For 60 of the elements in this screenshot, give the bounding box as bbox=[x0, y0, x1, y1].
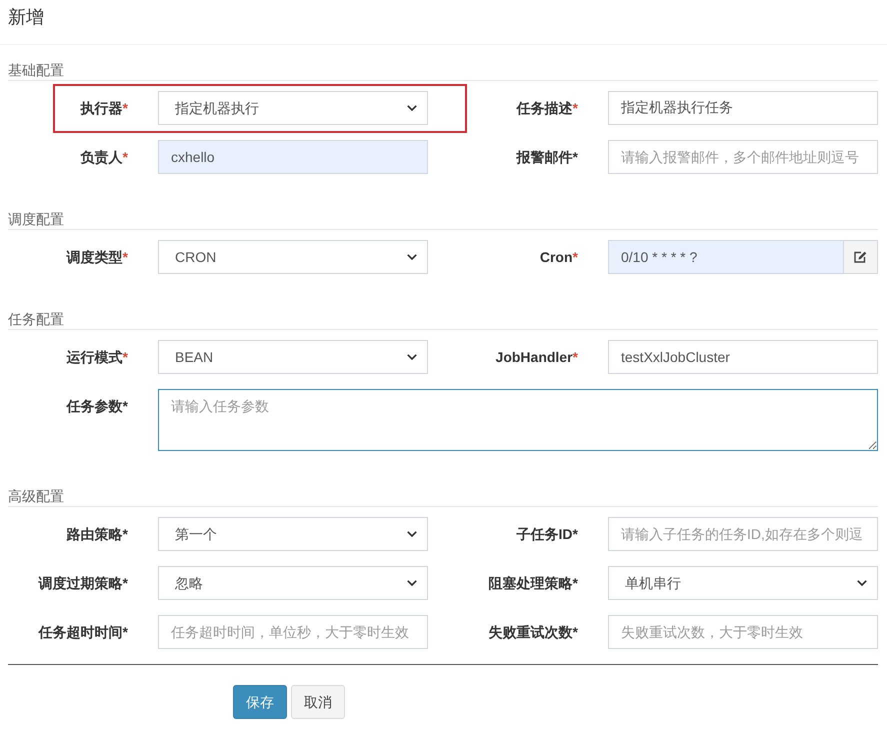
cancel-button[interactable]: 取消 bbox=[291, 685, 345, 719]
required-asterisk: * bbox=[572, 348, 578, 366]
required-asterisk: * bbox=[122, 248, 128, 266]
field-label: 子任务ID bbox=[516, 524, 573, 544]
select-field[interactable]: 忽略 bbox=[158, 566, 428, 600]
select-field[interactable]: 第一个 bbox=[158, 517, 428, 551]
text-field[interactable]: 请输入子任务的任务ID,如存在多个则逗 bbox=[608, 517, 878, 551]
field-label: 任务描述 bbox=[516, 98, 573, 118]
field-label: 调度过期策略 bbox=[38, 574, 123, 592]
field-label: 报警邮件 bbox=[516, 148, 573, 166]
text-field[interactable]: 任务超时时间，单位秒，大于零时生效 bbox=[158, 615, 428, 649]
required-asterisk: * bbox=[122, 98, 128, 118]
field-label: 阻塞处理策略 bbox=[488, 574, 573, 592]
required-asterisk: * bbox=[122, 524, 128, 544]
field-label: 运行模式 bbox=[66, 348, 123, 366]
required-asterisk: * bbox=[572, 622, 578, 642]
required-asterisk: * bbox=[572, 98, 578, 118]
select-field[interactable]: 指定机器执行 bbox=[158, 91, 428, 125]
chevron-down-icon bbox=[407, 531, 417, 537]
select-field[interactable]: 单机串行 bbox=[608, 566, 878, 600]
section-heading: 高级配置 bbox=[8, 486, 878, 507]
dialog-title: 新增 bbox=[8, 6, 45, 29]
field-label: 执行器 bbox=[80, 98, 123, 118]
required-asterisk: * bbox=[122, 622, 128, 642]
select-field[interactable]: CRON bbox=[158, 240, 428, 274]
field-label: 失败重试次数 bbox=[488, 622, 573, 642]
field-label: 负责人 bbox=[80, 148, 123, 167]
select-field[interactable]: BEAN bbox=[158, 340, 428, 374]
required-asterisk: * bbox=[122, 574, 128, 592]
text-field[interactable]: cxhello bbox=[158, 140, 428, 174]
edit-button[interactable] bbox=[844, 240, 878, 274]
field-label: 路由策略 bbox=[66, 524, 123, 544]
chevron-down-icon bbox=[407, 254, 417, 260]
required-asterisk: * bbox=[122, 348, 128, 366]
chevron-down-icon bbox=[407, 354, 417, 360]
field-label: 任务参数 bbox=[66, 396, 123, 416]
field-label: JobHandler bbox=[496, 348, 573, 366]
edit-icon bbox=[854, 251, 867, 263]
chevron-down-icon bbox=[407, 580, 417, 586]
required-asterisk: * bbox=[122, 396, 128, 416]
chevron-down-icon bbox=[407, 105, 417, 111]
text-field[interactable]: 指定机器执行任务 bbox=[608, 91, 878, 125]
field-label: 任务超时时间 bbox=[38, 622, 123, 642]
field-label: 调度类型 bbox=[66, 248, 123, 266]
required-asterisk: * bbox=[572, 248, 578, 266]
section-heading: 基础配置 bbox=[8, 60, 878, 81]
save-button[interactable]: 保存 bbox=[233, 685, 287, 719]
section-heading: 任务配置 bbox=[8, 309, 878, 330]
text-field[interactable]: testXxlJobCluster bbox=[608, 340, 878, 374]
section-heading: 调度配置 bbox=[8, 209, 878, 230]
field-label: Cron bbox=[540, 248, 573, 266]
text-field[interactable]: 失败重试次数，大于零时生效 bbox=[608, 615, 878, 649]
text-field[interactable]: 0/10 * * * * ? bbox=[608, 240, 844, 274]
chevron-down-icon bbox=[857, 580, 867, 586]
text-area[interactable]: 请输入任务参数 bbox=[158, 389, 878, 451]
required-asterisk: * bbox=[572, 148, 578, 166]
text-field[interactable]: 请输入报警邮件，多个邮件地址则逗号 bbox=[608, 140, 878, 174]
required-asterisk: * bbox=[572, 524, 578, 544]
required-asterisk: * bbox=[572, 574, 578, 592]
required-asterisk: * bbox=[122, 148, 128, 166]
